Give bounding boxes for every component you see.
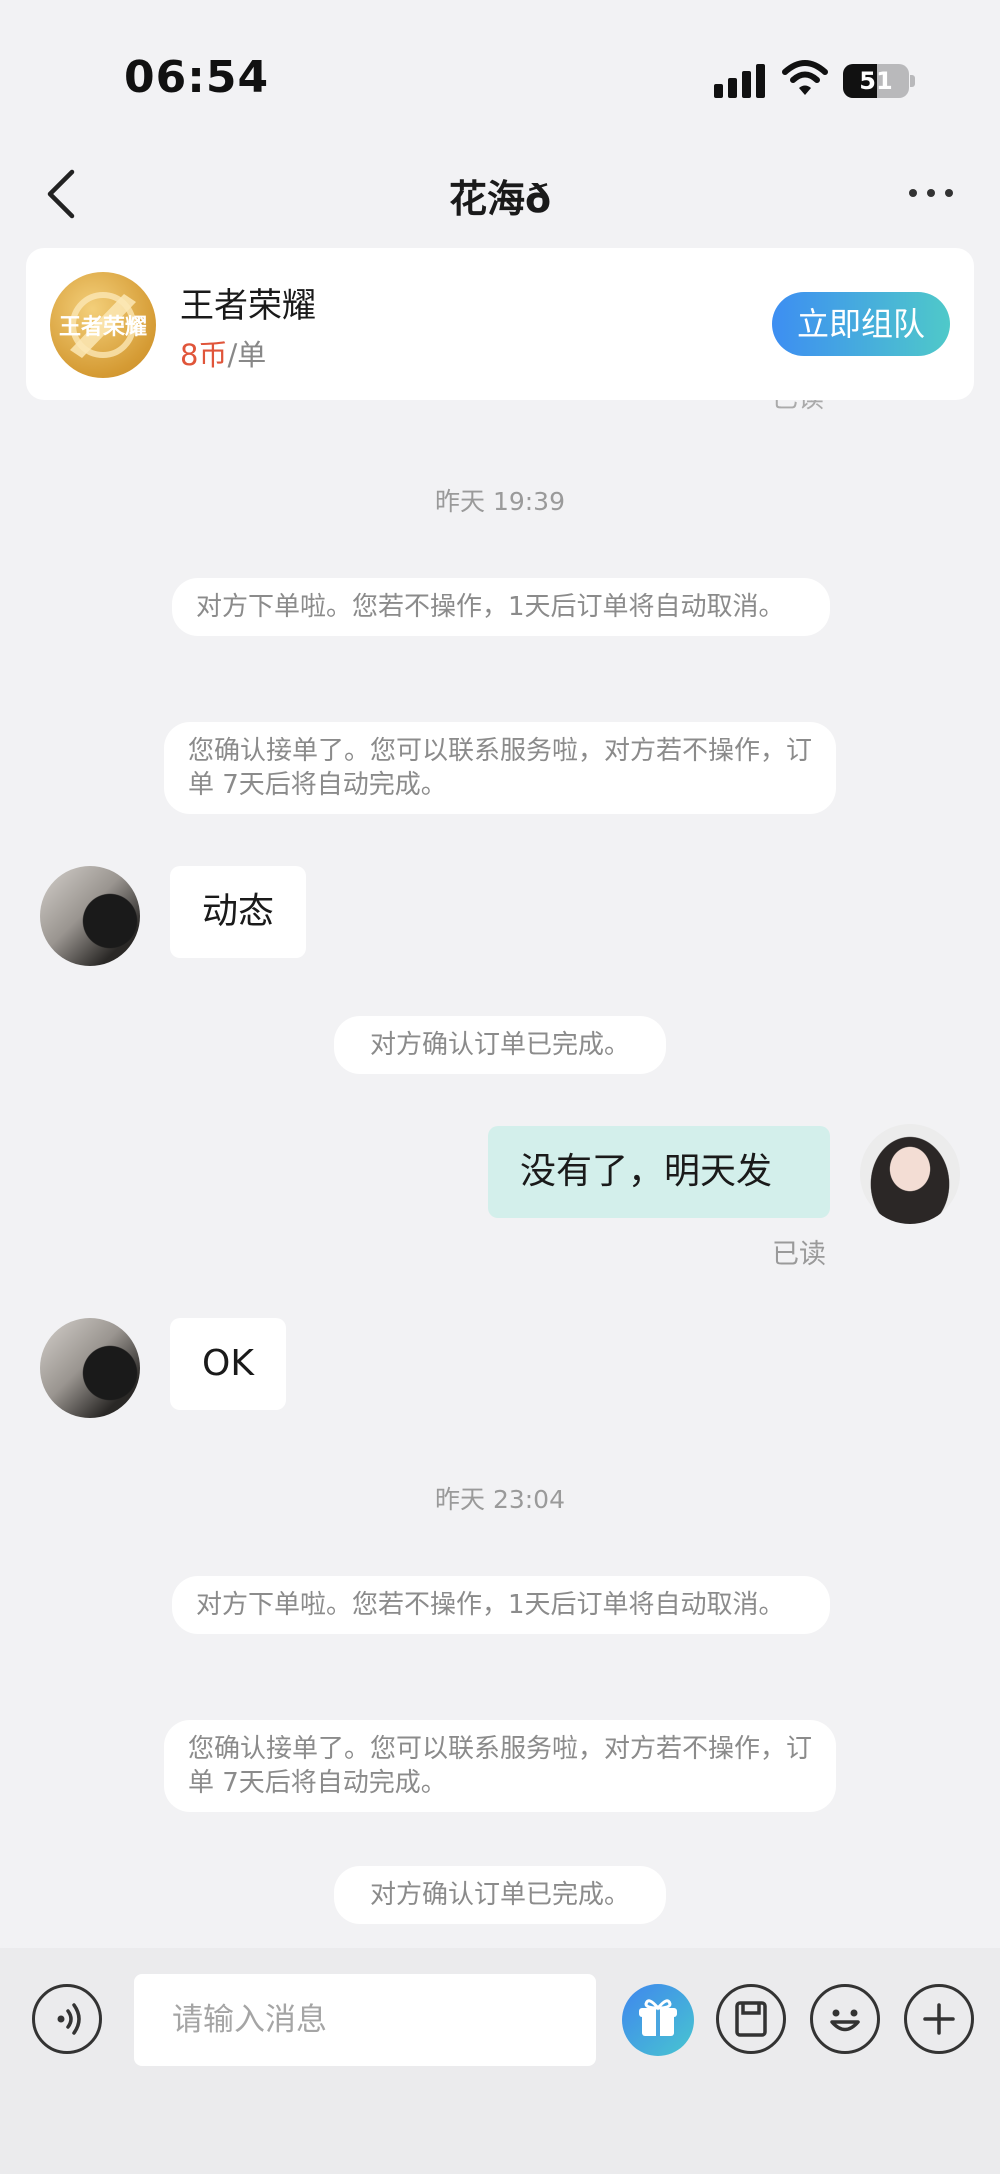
game-logo-text: 王者荣耀 [59,314,147,340]
system-message: 对方下单啦。您若不操作，1天后订单将自动取消。 [172,578,830,636]
timestamp: 昨天 23:04 [435,1485,565,1514]
battery-nub [910,75,915,87]
received-message[interactable]: 动态 [170,866,307,958]
status-bar: 06:54 51 [0,0,1000,150]
nav-bar: 花海ð [0,150,1000,250]
plus-icon [923,2003,955,2035]
contact-avatar[interactable] [40,1318,140,1418]
status-time: 06:54 [124,52,270,103]
timestamp: 昨天 19:39 [435,487,565,516]
system-message: 您确认接单了。您可以联系服务啦，对方若不操作，订单 7天后将自动完成。 [164,1720,836,1812]
battery-percent: 51 [859,67,893,95]
system-message: 对方确认订单已完成。 [334,1016,666,1074]
input-bar [0,1948,1000,2174]
game-logo: 王者荣耀 [50,272,156,378]
gift-button[interactable] [622,1984,694,2056]
order-icon [735,2001,767,2037]
chat-title: 花海ð [448,177,552,221]
battery-icon: 51 [843,64,909,98]
service-card[interactable]: 王者荣耀 王者荣耀 8币/单 立即组队 [26,248,974,400]
contact-avatar[interactable] [40,866,140,966]
order-button[interactable] [716,1984,786,2054]
received-message[interactable]: OK [170,1318,286,1410]
system-message: 对方确认订单已完成。 [334,1866,666,1924]
price-amount: 8币 [180,338,228,372]
my-avatar[interactable] [860,1124,960,1224]
message-input[interactable] [134,1974,596,2066]
price: 8币/单 [180,332,266,374]
more-icon[interactable] [906,178,956,208]
system-message: 您确认接单了。您可以联系服务啦，对方若不操作，订单 7天后将自动完成。 [164,722,836,814]
voice-icon [57,2003,81,2035]
gift-icon [639,1999,677,2036]
price-unit: /单 [227,338,267,372]
emoji-button[interactable] [810,1984,880,2054]
team-up-button[interactable]: 立即组队 [772,292,950,356]
sent-message[interactable]: 没有了，明天发 [488,1126,830,1218]
voice-button[interactable] [32,1984,102,2054]
emoji-icon [830,2009,860,2032]
read-receipt: 已读 [772,1239,826,1270]
wifi-icon [782,60,828,95]
signal-icon [714,62,766,98]
system-message: 对方下单啦。您若不操作，1天后订单将自动取消。 [172,1576,830,1634]
plus-button[interactable] [904,1984,974,2054]
game-name: 王者荣耀 [180,286,316,326]
